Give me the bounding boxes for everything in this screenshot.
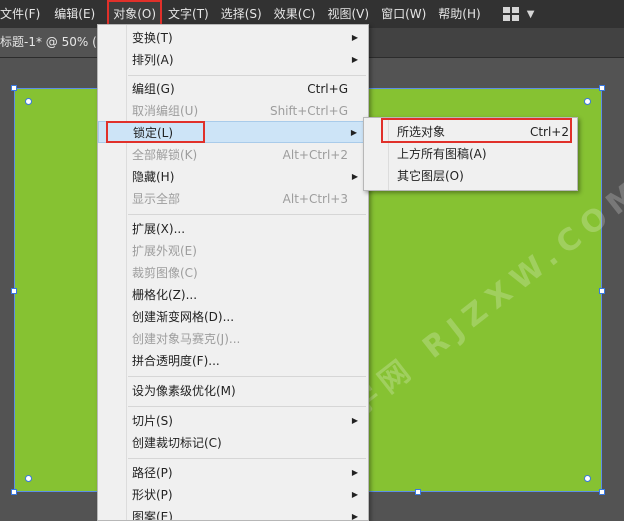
submenu-arrow-icon: ▶ — [351, 172, 358, 181]
menu-item-arrange[interactable]: 排列(A) ▶ — [98, 49, 368, 71]
menu-item-transform[interactable]: 变换(T) ▶ — [98, 27, 368, 49]
submenu-arrow-icon: ▶ — [351, 33, 358, 42]
menu-item-unlock-all: 全部解锁(K) Alt+Ctrl+2 — [132, 148, 348, 162]
document-tab-title: 未标题-1* @ 50% ( — [0, 35, 97, 49]
menu-separator — [128, 214, 366, 215]
corner-widget-top-right[interactable] — [584, 98, 591, 105]
resize-handle-top-right[interactable] — [599, 85, 605, 91]
menu-item-hide[interactable]: 隐藏(H) ▶ — [98, 166, 368, 188]
menu-item-rasterize[interactable]: 栅格化(Z)... — [98, 284, 368, 306]
chevron-down-icon: ▼ — [526, 8, 535, 20]
corner-widget-bottom-right[interactable] — [584, 475, 591, 482]
submenu-arrow-icon: ▶ — [351, 512, 358, 521]
object-menu-dropdown: 变换(T) ▶ 排列(A) ▶ 编组(G) Ctrl+G 取消编组(U) Shi… — [97, 24, 369, 521]
menu-item-slice[interactable]: 切片(S) ▶ — [98, 410, 368, 432]
submenu-arrow-icon: ▶ — [351, 490, 358, 499]
highlight-box-lock — [106, 121, 205, 143]
submenu-arrow-icon: ▶ — [351, 55, 358, 64]
menu-item-expand-appearance: 扩展外观(E) — [132, 244, 197, 258]
corner-widget-bottom-left[interactable] — [25, 475, 32, 482]
menu-separator — [128, 75, 366, 76]
submenu-arrow-icon: ▶ — [351, 468, 358, 477]
grid-layout-icon — [502, 7, 519, 21]
menu-item-trim-marks[interactable]: 创建裁切标记(C) — [98, 432, 368, 454]
menu-separator — [128, 406, 366, 407]
resize-handle-right[interactable] — [599, 288, 605, 294]
resize-handle-bottom-left[interactable] — [11, 489, 17, 495]
menu-item-pixel-optimize[interactable]: 设为像素级优化(M) — [98, 380, 368, 402]
menu-item-ungroup: 取消编组(U) Shift+Ctrl+G — [132, 104, 348, 118]
submenu-arrow-icon: ▶ — [351, 416, 358, 425]
menu-item-object-mosaic: 创建对象马赛克(J)... — [132, 332, 241, 346]
menu-window[interactable]: 窗口(W) — [375, 0, 432, 28]
menu-item-group[interactable]: 编组(G) Ctrl+G — [98, 78, 368, 100]
menu-separator — [128, 376, 366, 377]
submenu-arrow-icon: ▶ — [350, 128, 357, 137]
workspace-switcher[interactable]: ▼ — [502, 0, 535, 28]
menu-item-flatten-transparency[interactable]: 拼合透明度(F)... — [98, 350, 368, 372]
menu-separator — [128, 458, 366, 459]
menu-item-show-all: 显示全部 Alt+Ctrl+3 — [132, 192, 348, 206]
menu-help[interactable]: 帮助(H) — [432, 0, 486, 28]
menu-item-path[interactable]: 路径(P) ▶ — [98, 462, 368, 484]
corner-widget-top-left[interactable] — [25, 98, 32, 105]
menu-item-gradient-mesh[interactable]: 创建渐变网格(D)... — [98, 306, 368, 328]
document-tab[interactable]: 未标题-1* @ 50% ( — [0, 28, 104, 57]
menu-item-shape[interactable]: 形状(P) ▶ — [98, 484, 368, 506]
resize-handle-bottom-right[interactable] — [599, 489, 605, 495]
menu-item-crop-image: 裁剪图像(C) — [132, 266, 198, 280]
resize-handle-top-left[interactable] — [11, 85, 17, 91]
menu-item-lock-all-above[interactable]: 上方所有图稿(A) — [364, 143, 577, 165]
menu-item-pattern[interactable]: 图案(E) ▶ — [98, 506, 368, 521]
menu-item-expand[interactable]: 扩展(X)... — [98, 218, 368, 240]
highlight-box-lock-selection — [381, 118, 572, 143]
menu-file[interactable]: 文件(F) — [0, 0, 46, 28]
resize-handle-left[interactable] — [11, 288, 17, 294]
resize-handle-bottom[interactable] — [415, 489, 421, 495]
menu-edit[interactable]: 编辑(E) — [46, 0, 101, 28]
menu-item-lock-other-layers[interactable]: 其它图层(O) — [364, 165, 577, 187]
